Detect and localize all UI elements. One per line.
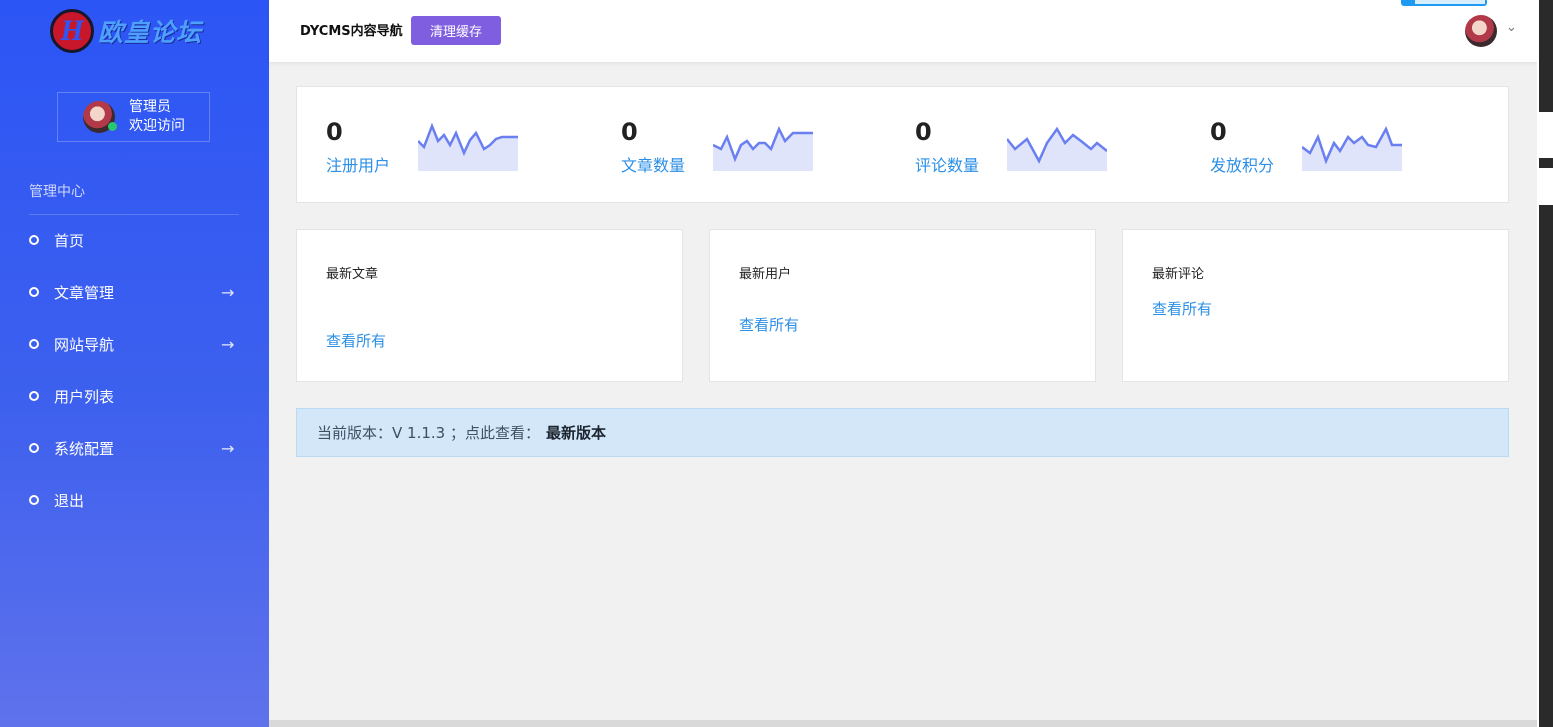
window-edge-dark [1539,205,1553,727]
arrow-right-icon: → [221,438,235,458]
window-edge-dark [1539,158,1553,168]
clear-cache-button[interactable]: 清理缓存 [411,16,501,45]
sidebar-nav: 首页 文章管理 → 网站导航 → 用户列表 系统配置 → 退出 [0,214,269,526]
sidebar: H 欧皇论坛 管理员 欢迎访问 管理中心 首页 文章管理 → 网站导航 → 用户… [0,0,269,727]
sidebar-item-users[interactable]: 用户列表 [0,370,269,422]
chevron-down-icon[interactable]: ⌄ [1506,20,1517,35]
latest-version-link[interactable]: 最新版本 [546,422,606,443]
circle-outline-icon [29,287,39,297]
sidebar-item-label: 退出 [54,491,85,510]
logo-badge-icon: H [50,9,94,53]
stat-label: 文章数量 [621,156,686,175]
stats-panel: 0 注册用户 0 文章数量 0 评论数量 0 发放积分 [296,86,1509,203]
sidebar-item-label: 系统配置 [54,439,115,458]
view-all-users-link[interactable]: 查看所有 [739,314,799,335]
version-notice: 当前版本：V 1.1.3 ；点此查看： 最新版本 [296,408,1509,457]
user-panel: 管理员 欢迎访问 [57,92,210,142]
card-title: 最新文章 [326,267,379,282]
sidebar-item-label: 文章管理 [54,283,115,302]
brand-title[interactable]: DYCMS内容导航 [300,20,403,39]
circle-outline-icon [29,391,39,401]
sparkline-icon [1007,126,1107,171]
card-title: 最新评论 [1152,267,1205,282]
circle-outline-icon [29,235,39,245]
circle-outline-icon [29,443,39,453]
sparkline-icon [713,125,813,171]
site-logo[interactable]: H 欧皇论坛 [50,6,202,56]
sidebar-item-logout[interactable]: 退出 [0,474,269,526]
stat-value: 0 [326,118,343,146]
sidebar-item-label: 网站导航 [54,335,115,354]
stat-value: 0 [621,118,638,146]
sidebar-item-site-nav[interactable]: 网站导航 → [0,318,269,370]
window-edge-dark [1539,0,1553,112]
user-welcome: 欢迎访问 [129,118,185,134]
version-text: 当前版本：V 1.1.3 ；点此查看： [317,424,540,442]
arrow-right-icon: → [221,334,235,354]
sidebar-item-articles[interactable]: 文章管理 → [0,266,269,318]
online-status-icon [108,122,117,131]
stat-value: 0 [915,118,932,146]
circle-outline-icon [29,339,39,349]
sidebar-item-home[interactable]: 首页 [0,214,269,266]
card-latest-articles: 最新文章 查看所有 [296,229,683,382]
top-bar: DYCMS内容导航 清理缓存 ⌄ [269,0,1537,62]
nav-section-title: 管理中心 [29,184,85,200]
sidebar-item-settings[interactable]: 系统配置 → [0,422,269,474]
view-all-comments-link[interactable]: 查看所有 [1152,298,1212,319]
card-title: 最新用户 [739,267,792,282]
circle-outline-icon [29,495,39,505]
view-all-articles-link[interactable]: 查看所有 [326,330,386,351]
arrow-right-icon: → [221,282,235,302]
horizontal-scrollbar[interactable] [269,720,1537,727]
top-tab-indicator [1401,0,1487,6]
stat-value: 0 [1210,118,1227,146]
avatar [83,101,117,133]
user-avatar-menu[interactable] [1465,15,1497,47]
sparkline-icon [418,122,518,171]
card-latest-users: 最新用户 查看所有 [709,229,1096,382]
card-latest-comments: 最新评论 查看所有 [1122,229,1509,382]
stat-label: 注册用户 [326,156,391,175]
logo-text: 欧皇论坛 [98,18,203,47]
stat-label: 发放积分 [1210,156,1275,175]
user-name: 管理员 [129,99,171,115]
stat-label: 评论数量 [915,156,980,175]
sparkline-icon [1302,126,1402,171]
sidebar-item-label: 首页 [54,231,85,250]
sidebar-item-label: 用户列表 [54,387,115,406]
